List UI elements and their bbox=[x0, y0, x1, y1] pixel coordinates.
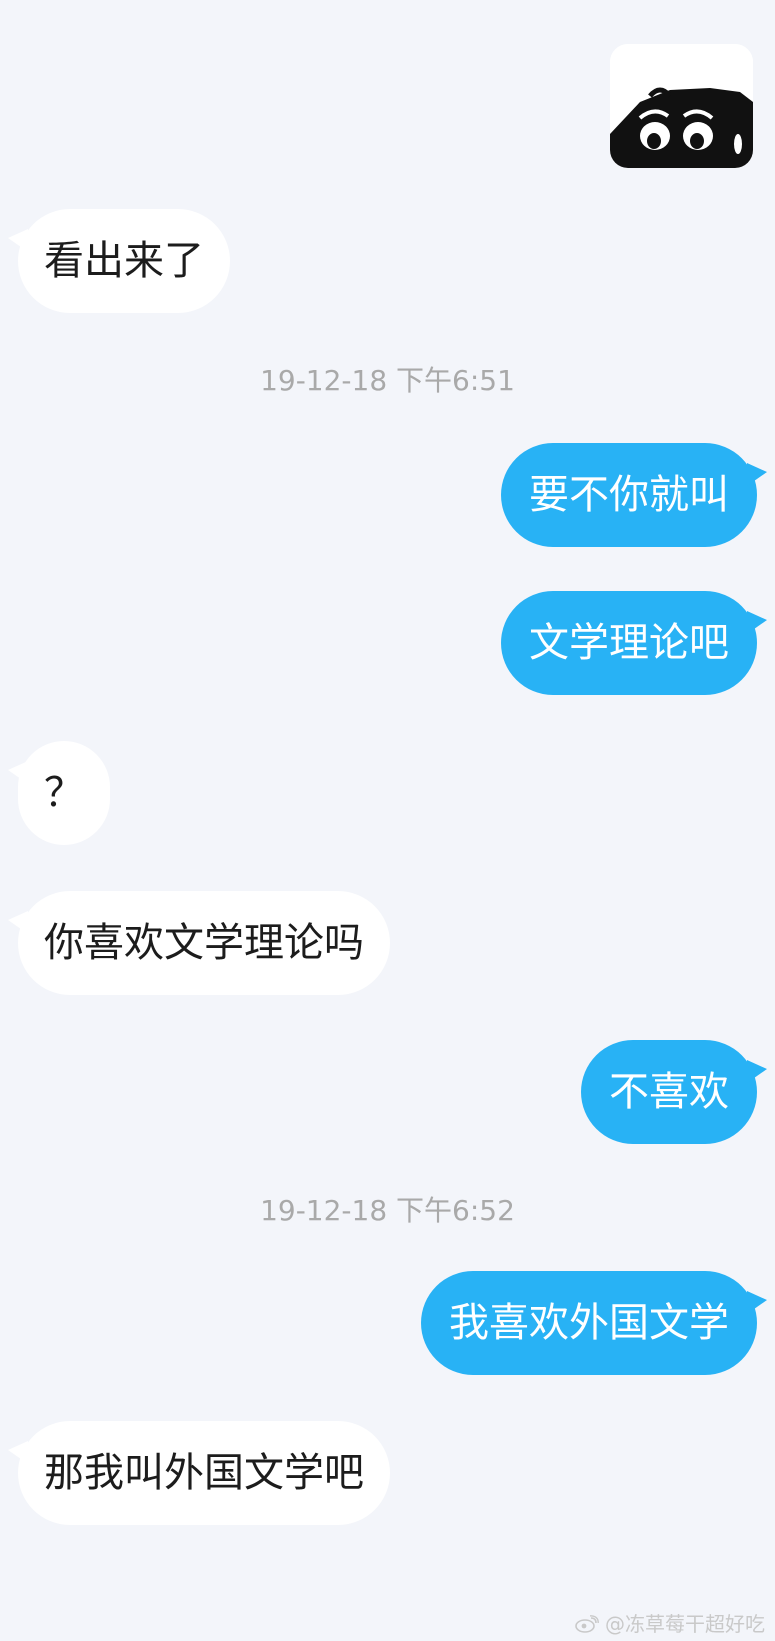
message-text: 不喜欢 bbox=[609, 1069, 729, 1115]
incoming-message[interactable]: 你喜欢文学理论吗 bbox=[8, 891, 390, 995]
incoming-message[interactable]: 那我叫外国文学吧 bbox=[8, 1421, 390, 1525]
weibo-icon bbox=[575, 1614, 599, 1633]
outgoing-message[interactable]: 文学理论吧 bbox=[501, 591, 767, 695]
message-text: ？ bbox=[44, 770, 84, 816]
message-text: 你喜欢文学理论吗 bbox=[44, 920, 364, 966]
message-text: 看出来了 bbox=[44, 238, 204, 284]
timestamp: 19-12-18 下午6:52 bbox=[260, 1194, 515, 1227]
sticker-image[interactable] bbox=[610, 44, 753, 168]
watermark-text: @冻草莓干超好吃 bbox=[605, 1612, 765, 1636]
message-text: 我喜欢外国文学 bbox=[449, 1300, 729, 1346]
watermark: @冻草莓干超好吃 bbox=[575, 1608, 765, 1637]
outgoing-message[interactable]: 我喜欢外国文学 bbox=[421, 1271, 767, 1375]
incoming-message[interactable]: ？ bbox=[8, 741, 110, 845]
outgoing-message[interactable]: 要不你就叫 bbox=[501, 443, 767, 547]
incoming-message[interactable]: 看出来了 bbox=[8, 209, 230, 313]
message-text: 那我叫外国文学吧 bbox=[44, 1450, 364, 1496]
timestamp: 19-12-18 下午6:51 bbox=[260, 364, 515, 397]
message-text: 要不你就叫 bbox=[529, 472, 729, 518]
message-text: 文学理论吧 bbox=[529, 620, 729, 666]
outgoing-message[interactable]: 不喜欢 bbox=[581, 1040, 767, 1144]
